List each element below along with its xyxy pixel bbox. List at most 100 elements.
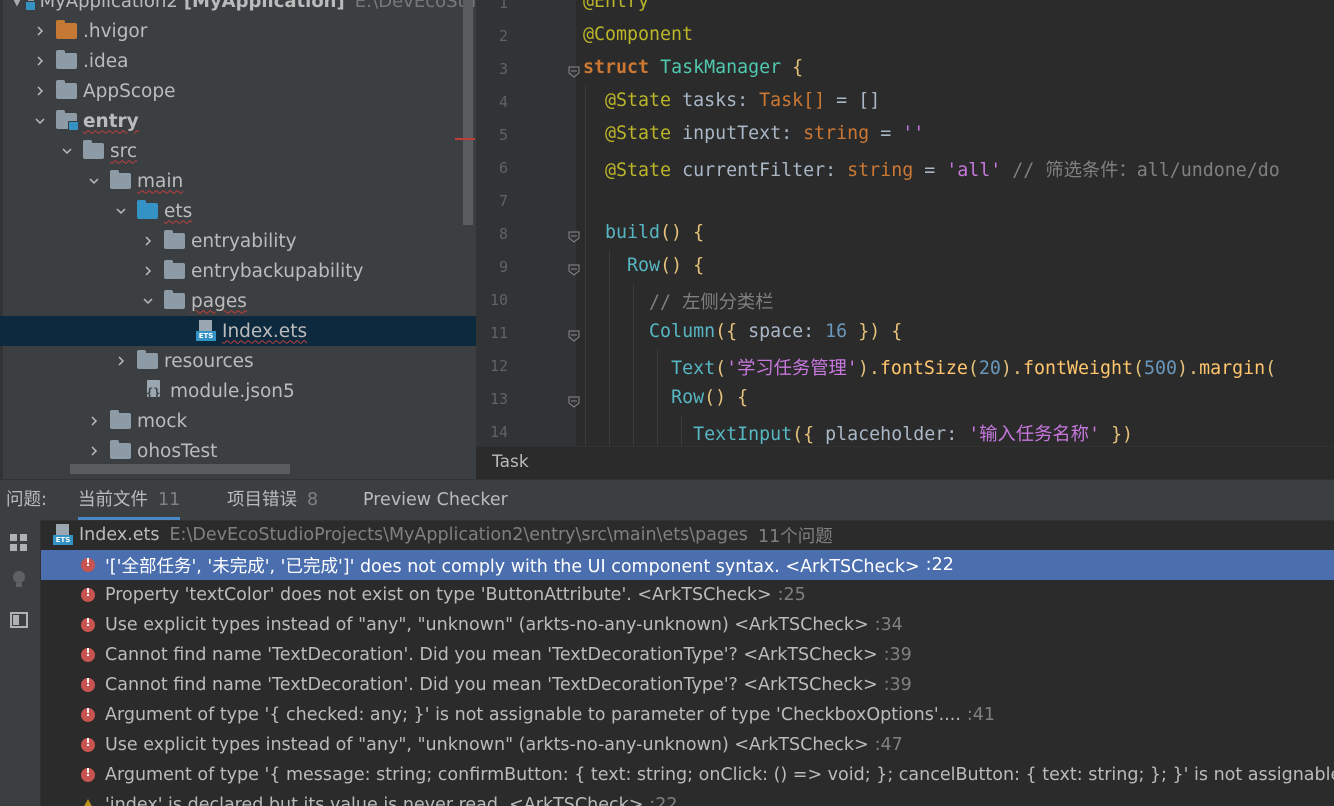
chevron-down-icon[interactable]	[57, 141, 77, 161]
source-folder-icon	[137, 203, 158, 219]
folder-icon	[164, 293, 185, 309]
tree-item-module-json5[interactable]: {} module.json5	[0, 376, 476, 406]
code-line-12: Text('学习任务管理').fontSize(20).fontWeight(5…	[583, 354, 1276, 380]
problem-message: Property 'textColor' does not exist on t…	[105, 585, 772, 605]
tree-item-label: src	[110, 141, 137, 162]
error-icon	[81, 558, 95, 572]
tab-current-file[interactable]: 当前文件11	[78, 480, 180, 520]
module-folder-icon	[28, 0, 34, 9]
tree-item-mock[interactable]: mock	[0, 406, 476, 436]
ets-file-icon: ETS	[53, 524, 73, 546]
problem-file-group[interactable]: ETS Index.ets E:\DevEcoStudioProjects\My…	[41, 520, 1334, 550]
problem-line: :22	[926, 555, 954, 575]
problem-item[interactable]: Cannot find name 'TextDecoration'. Did y…	[41, 670, 1334, 700]
problem-item[interactable]: Cannot find name 'TextDecoration'. Did y…	[41, 640, 1334, 670]
tab-project-errors[interactable]: 项目错误8	[227, 480, 318, 520]
chevron-down-icon[interactable]	[138, 291, 158, 311]
error-icon	[81, 648, 95, 662]
tree-item-pages[interactable]: pages	[0, 286, 476, 316]
problem-item[interactable]: 'index' is declared but its value is nev…	[41, 790, 1334, 806]
vertical-scrollbar[interactable]	[463, 0, 473, 225]
json-file-icon: {}	[144, 380, 164, 402]
folder-icon	[56, 83, 77, 99]
chevron-right-icon[interactable]	[84, 441, 104, 461]
tree-item-idea[interactable]: .idea	[0, 46, 476, 76]
chevron-right-icon[interactable]	[138, 231, 158, 251]
chevron-right-icon[interactable]	[84, 411, 104, 431]
tree-item-entry[interactable]: entry	[0, 106, 476, 136]
line-number: 3	[476, 60, 508, 78]
code-line-5: @State inputText: string = ''	[583, 123, 924, 144]
folder-icon	[164, 263, 185, 279]
tree-item-ets[interactable]: ets	[0, 196, 476, 226]
chevron-down-icon[interactable]: ▼	[12, 0, 22, 9]
problem-item[interactable]: Argument of type '{ message: string; con…	[41, 760, 1334, 790]
problem-item[interactable]: Property 'textColor' does not exist on t…	[41, 580, 1334, 610]
problem-item[interactable]: Use explicit types instead of "any", "un…	[41, 730, 1334, 760]
tree-item-index-ets[interactable]: ETS Index.ets	[0, 316, 476, 346]
editor-breadcrumb[interactable]: Task	[476, 446, 1334, 480]
problem-line: :41	[967, 705, 995, 725]
chevron-down-icon[interactable]	[30, 111, 50, 131]
line-number: 8	[476, 225, 508, 243]
problems-panel: 问题: 当前文件11 项目错误8 Preview Checker ETS Ind…	[0, 479, 1334, 806]
chevron-right-icon[interactable]	[30, 51, 50, 71]
chevron-right-icon[interactable]	[138, 261, 158, 281]
tree-item-main[interactable]: main	[0, 166, 476, 196]
module-folder-icon	[56, 113, 77, 129]
fold-marker-icon[interactable]	[568, 228, 580, 240]
chevron-right-icon[interactable]	[30, 21, 50, 41]
problem-message: 'index' is declared but its value is nev…	[105, 795, 643, 806]
tree-item-hvigor[interactable]: .hvigor	[0, 16, 476, 46]
problem-item[interactable]: Argument of type '{ checked: any; }' is …	[41, 700, 1334, 730]
folder-icon	[110, 413, 131, 429]
code-line-9: Row() {	[583, 255, 704, 276]
problem-line: :39	[884, 675, 912, 695]
tree-item-label: ohosTest	[137, 441, 217, 462]
group-by-icon[interactable]	[9, 533, 29, 553]
problem-item[interactable]: Use explicit types instead of "any", "un…	[41, 610, 1334, 640]
tree-item-resources[interactable]: resources	[0, 346, 476, 376]
tree-item-entryability[interactable]: entryability	[0, 226, 476, 256]
problem-file-path: E:\DevEcoStudioProjects\MyApplication2\e…	[170, 525, 748, 545]
tree-item-appscope[interactable]: AppScope	[0, 76, 476, 106]
line-number: 9	[476, 258, 508, 276]
problem-count: 11个问题	[758, 523, 833, 548]
error-icon	[81, 588, 95, 602]
chevron-down-icon[interactable]	[84, 171, 104, 191]
chevron-down-icon[interactable]	[111, 201, 131, 221]
tree-item-label: ets	[164, 201, 192, 222]
lightbulb-icon[interactable]	[9, 569, 29, 589]
preview-pane-icon[interactable]	[9, 610, 29, 630]
fold-marker-icon[interactable]	[568, 393, 580, 405]
problem-item[interactable]: '['全部任务', '未完成', '已完成']' does not comply…	[41, 550, 1334, 580]
breadcrumb-item[interactable]: Task	[492, 452, 529, 472]
line-number: 11	[476, 324, 508, 342]
tree-root-row[interactable]: ▼ MyApplication2 [MyApplication] E:\DevE…	[0, 0, 476, 16]
code-editor[interactable]: 1 2 3 4 5 6 7 8 9 10 11 12 13 14 @Entry …	[476, 0, 1334, 446]
code-line-1: @Entry	[583, 0, 649, 12]
fold-marker-icon[interactable]	[568, 63, 580, 75]
error-icon	[81, 618, 95, 632]
horizontal-scrollbar[interactable]	[70, 464, 290, 474]
tree-item-entrybackupability[interactable]: entrybackupability	[0, 256, 476, 286]
tree-item-label: mock	[137, 411, 187, 432]
error-icon	[81, 708, 95, 722]
fold-marker-icon[interactable]	[568, 327, 580, 339]
tree-item-src[interactable]: src	[0, 136, 476, 166]
code-line-4: @State tasks: Task[] = []	[583, 90, 880, 111]
line-number: 14	[476, 423, 508, 441]
chevron-right-icon[interactable]	[111, 351, 131, 371]
line-number: 5	[476, 126, 508, 144]
ets-file-icon: ETS	[196, 320, 216, 342]
tree-item-label: entry	[83, 111, 139, 132]
tab-preview-checker[interactable]: Preview Checker	[363, 480, 508, 520]
tree-item-ohostest[interactable]: ohosTest	[0, 436, 476, 466]
tree-item-label: .hvigor	[83, 21, 147, 42]
error-icon	[81, 738, 95, 752]
code-line-6: @State currentFilter: string = 'all' // …	[583, 156, 1280, 182]
line-number: 12	[476, 357, 508, 375]
chevron-right-icon[interactable]	[30, 81, 50, 101]
line-number: 1	[476, 0, 508, 12]
fold-marker-icon[interactable]	[568, 261, 580, 273]
